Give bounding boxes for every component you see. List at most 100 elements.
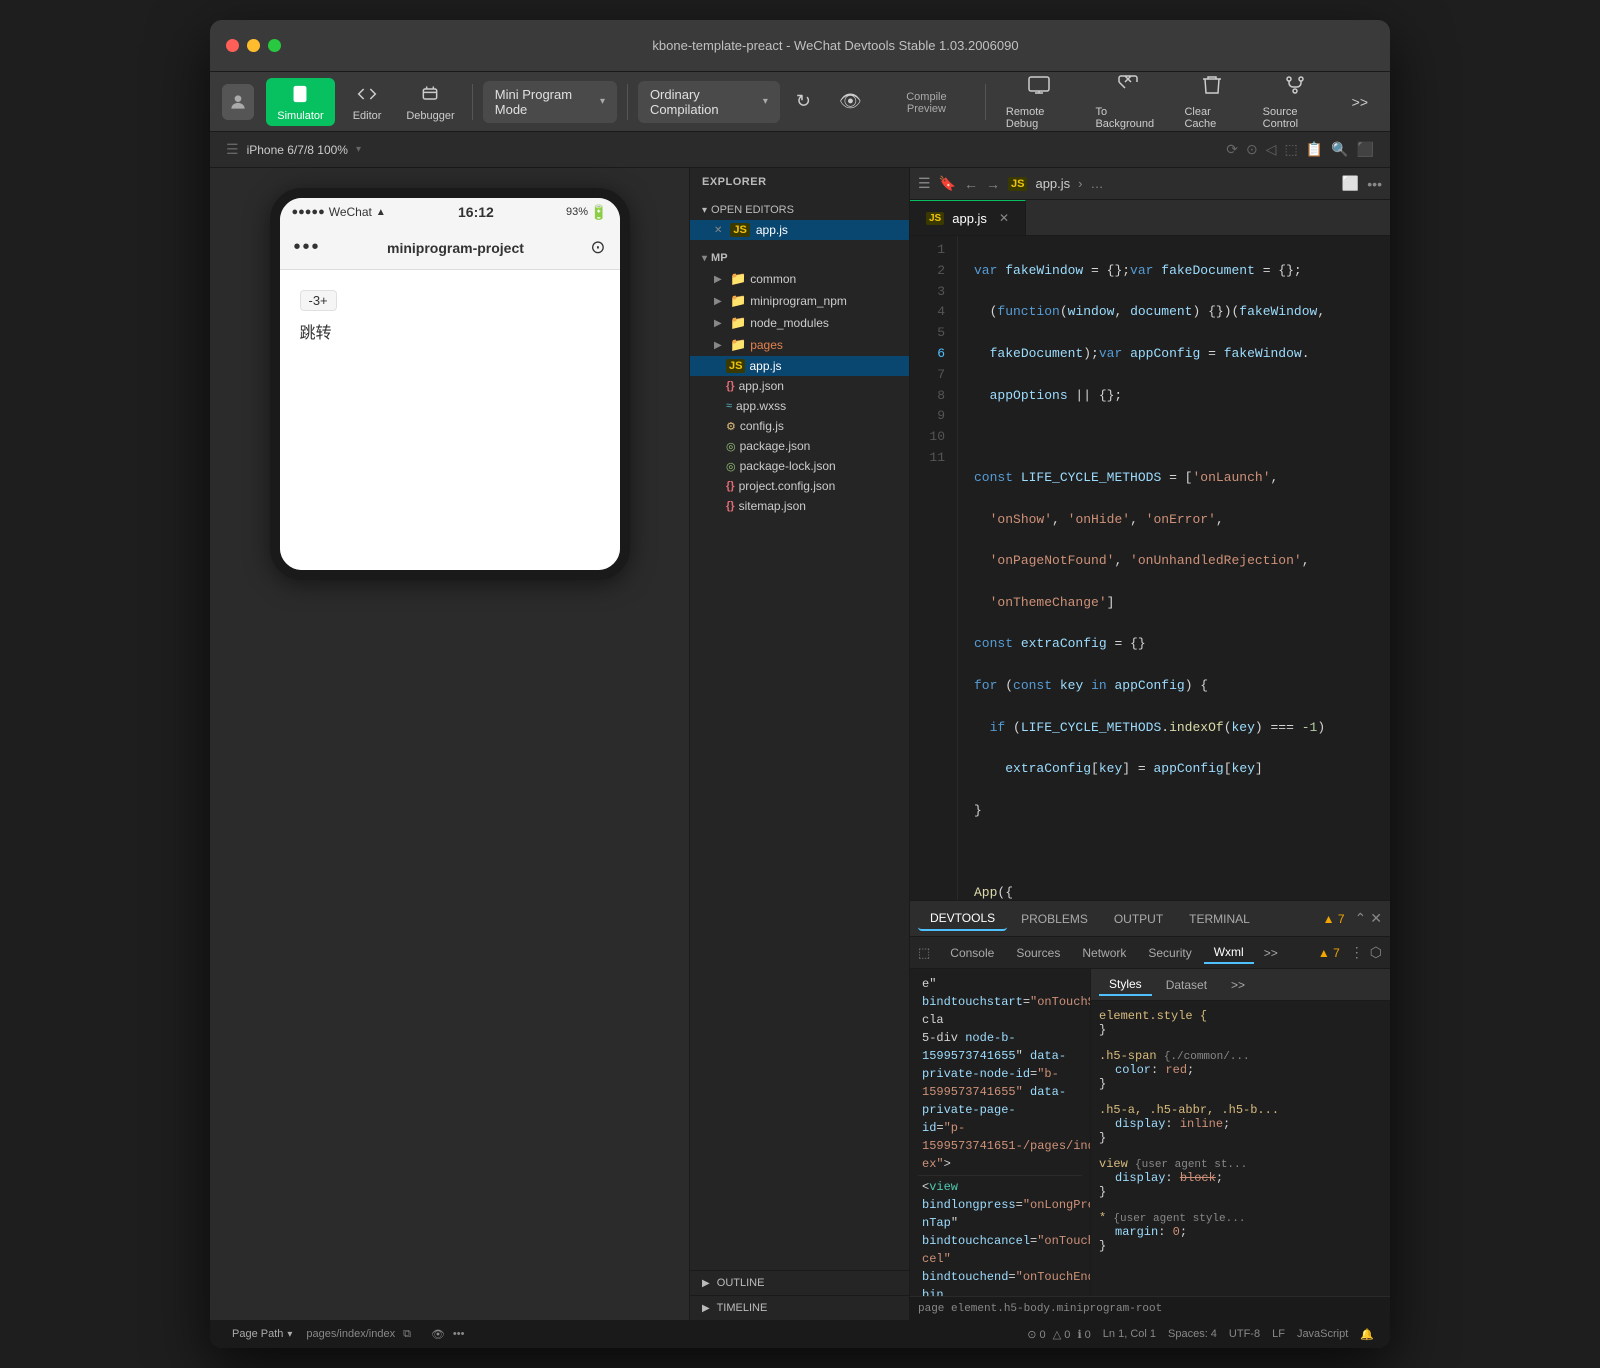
compile-chevron-icon: ▾ xyxy=(763,96,768,107)
back-icon[interactable]: ← xyxy=(964,176,978,192)
mode-label: Mini Program Mode xyxy=(495,87,594,117)
explorer-pane: EXPLORER ▾ OPEN EDITORS ✕ JS app.js ▾ MP xyxy=(690,168,910,1320)
page-path-button[interactable]: Page Path ▾ xyxy=(226,1326,298,1342)
inspect-icon[interactable]: 🔍 xyxy=(1331,141,1348,158)
error-warning-icons: ⊙ 0 △ 0 ℹ 0 xyxy=(1027,1328,1091,1341)
styles-rule-h5span: .h5-span {./common/... color: red; } xyxy=(1099,1049,1382,1091)
close-button[interactable] xyxy=(226,39,239,52)
audio-icon[interactable]: ◁ xyxy=(1266,141,1277,158)
grid-icon[interactable]: ☰ xyxy=(226,141,239,158)
debugger-button[interactable]: Debugger xyxy=(399,78,462,126)
more-options-icon[interactable]: ••• xyxy=(1367,176,1382,192)
more-sub-tabs-icon[interactable]: >> xyxy=(1256,942,1286,964)
avatar[interactable] xyxy=(222,84,254,120)
toolbar-divider-3 xyxy=(985,84,986,120)
page-path-chevron-icon: ▾ xyxy=(287,1329,292,1340)
to-background-icon xyxy=(1116,73,1140,102)
compile-preview-label-container: Compile Preview xyxy=(878,87,975,119)
tab-problems[interactable]: PROBLEMS xyxy=(1009,908,1100,930)
outline-section[interactable]: ▶ OUTLINE xyxy=(690,1270,909,1295)
timeline-section[interactable]: ▶ TIMELINE xyxy=(690,1295,909,1320)
nav-home-icon[interactable]: ⊙ xyxy=(590,237,605,258)
subtab-network[interactable]: Network xyxy=(1072,943,1136,963)
clipboard-icon[interactable]: 📋 xyxy=(1306,141,1323,158)
devtools-main-tabs: DEVTOOLS PROBLEMS OUTPUT TERMINAL ▲ 7 ⌃ … xyxy=(910,901,1390,937)
close-panel-icon[interactable]: ✕ xyxy=(1370,910,1382,927)
subtab-security[interactable]: Security xyxy=(1138,943,1201,963)
tree-item-node-modules[interactable]: ▶ 📁 node_modules xyxy=(690,312,909,334)
mini-program-mode-button[interactable]: Mini Program Mode ▾ xyxy=(483,81,617,123)
tree-item-appjson[interactable]: {} app.json xyxy=(690,376,909,396)
preview-eye-button[interactable]: 👁 xyxy=(827,87,874,116)
compile-button[interactable]: Ordinary Compilation ▾ xyxy=(638,81,780,123)
tree-item-configjs[interactable]: ⚙ config.js xyxy=(690,416,909,436)
clear-cache-button[interactable]: Clear Cache xyxy=(1174,69,1248,134)
screenshot-icon[interactable]: ⬚ xyxy=(1284,141,1297,158)
tab-styles-more[interactable]: >> xyxy=(1221,975,1255,995)
js-icon: JS xyxy=(726,359,745,373)
rotate-icon[interactable]: ⟳ xyxy=(1226,141,1238,158)
refresh-button[interactable]: ↻ xyxy=(784,87,823,116)
tab-close-icon[interactable]: ✕ xyxy=(999,211,1009,225)
source-control-button[interactable]: Source Control xyxy=(1253,69,1338,134)
editor-tabs: JS app.js ✕ xyxy=(910,200,1390,236)
tab-devtools[interactable]: DEVTOOLS xyxy=(918,907,1007,931)
tab-terminal[interactable]: TERMINAL xyxy=(1177,908,1262,930)
bell-icon[interactable]: 🔔 xyxy=(1360,1328,1374,1341)
devtools-options-icon[interactable]: ⋮ xyxy=(1350,944,1364,961)
project-config-icon: {} xyxy=(726,480,735,492)
tree-item-packagejson[interactable]: ◎ package.json xyxy=(690,436,909,456)
simulator-button[interactable]: Simulator xyxy=(266,78,335,126)
tree-item-common[interactable]: ▶ 📁 common xyxy=(690,268,909,290)
editor-button[interactable]: Editor xyxy=(339,78,395,126)
remote-debug-button[interactable]: Remote Debug xyxy=(996,69,1082,134)
mp-header[interactable]: ▾ MP xyxy=(690,248,909,268)
to-background-button[interactable]: To Background xyxy=(1085,69,1170,134)
devtools-new-window-icon[interactable]: ⬡ xyxy=(1370,944,1382,961)
subtab-console[interactable]: Console xyxy=(940,943,1004,963)
clear-cache-label: Clear Cache xyxy=(1184,106,1238,130)
subtab-wxml[interactable]: Wxml xyxy=(1204,942,1254,964)
maximize-button[interactable] xyxy=(268,39,281,52)
device-selector[interactable]: iPhone 6/7/8 100% xyxy=(247,143,348,157)
copy-icon[interactable]: ⧉ xyxy=(403,1328,411,1341)
bookmark-icon[interactable]: 🔖 xyxy=(939,175,956,192)
tree-item-sitemapjson[interactable]: {} sitemap.json xyxy=(690,496,909,516)
console-area[interactable]: e" bindtouchstart="onTouchStart" cla 5-d… xyxy=(910,969,1090,1296)
tab-appjs[interactable]: JS app.js ✕ xyxy=(910,200,1026,235)
tree-item-appjs[interactable]: JS app.js xyxy=(690,356,909,376)
editor-label: Editor xyxy=(353,110,382,122)
minimize-button[interactable] xyxy=(247,39,260,52)
nav-dots[interactable]: ••• xyxy=(294,236,321,259)
phone-nav-title: miniprogram-project xyxy=(321,240,591,256)
settings-icon[interactable]: ⬛ xyxy=(1357,141,1374,158)
tree-item-pages[interactable]: ▶ 📁 pages xyxy=(690,334,909,356)
tab-dataset[interactable]: Dataset xyxy=(1156,975,1217,995)
console-line[interactable]: <view bindlongpress="onLongPress" nTap" … xyxy=(918,1176,1082,1296)
folder-chevron-icon: ▶ xyxy=(714,296,726,307)
tree-item-projectconfig[interactable]: {} project.config.json xyxy=(690,476,909,496)
tree-item-packagelockjson[interactable]: ◎ package-lock.json xyxy=(690,456,909,476)
devtools-content: e" bindtouchstart="onTouchStart" cla 5-d… xyxy=(910,969,1390,1296)
tree-item-appwxss[interactable]: ≈ app.wxss xyxy=(690,396,909,416)
expand-icon[interactable]: ⌃ xyxy=(1355,910,1367,927)
more-status-icon[interactable]: ••• xyxy=(453,1328,465,1341)
forward-icon[interactable]: → xyxy=(986,176,1000,192)
tab-output[interactable]: OUTPUT xyxy=(1102,908,1175,930)
line-ending-status: LF xyxy=(1272,1328,1285,1341)
more-button[interactable]: >> xyxy=(1342,90,1378,114)
open-editors-section: ▾ OPEN EDITORS ✕ JS app.js xyxy=(690,196,909,244)
tab-styles[interactable]: Styles xyxy=(1099,974,1152,996)
close-file-icon[interactable]: ✕ xyxy=(714,225,722,236)
console-line[interactable]: e" bindtouchstart="onTouchStart" cla 5-d… xyxy=(918,973,1082,1176)
subtab-sources[interactable]: Sources xyxy=(1006,943,1070,963)
split-editor-icon[interactable]: ⬜ xyxy=(1342,175,1359,192)
record-icon[interactable]: ⊙ xyxy=(1246,141,1258,158)
toggle-sidebar-icon[interactable]: ☰ xyxy=(918,175,931,192)
eye-status-icon[interactable]: 👁 xyxy=(431,1328,445,1341)
editor-code-view[interactable]: var fakeWindow = {};var fakeDocument = {… xyxy=(958,236,1390,900)
tree-item-miniprogram-npm[interactable]: ▶ 📁 miniprogram_npm xyxy=(690,290,909,312)
open-file-appjs[interactable]: ✕ JS app.js xyxy=(690,220,909,240)
status-right: ⊙ 0 △ 0 ℹ 0 Ln 1, Col 1 Spaces: 4 UTF-8 … xyxy=(1027,1328,1374,1341)
inspect-page-icon[interactable]: ⬚ xyxy=(918,945,930,961)
